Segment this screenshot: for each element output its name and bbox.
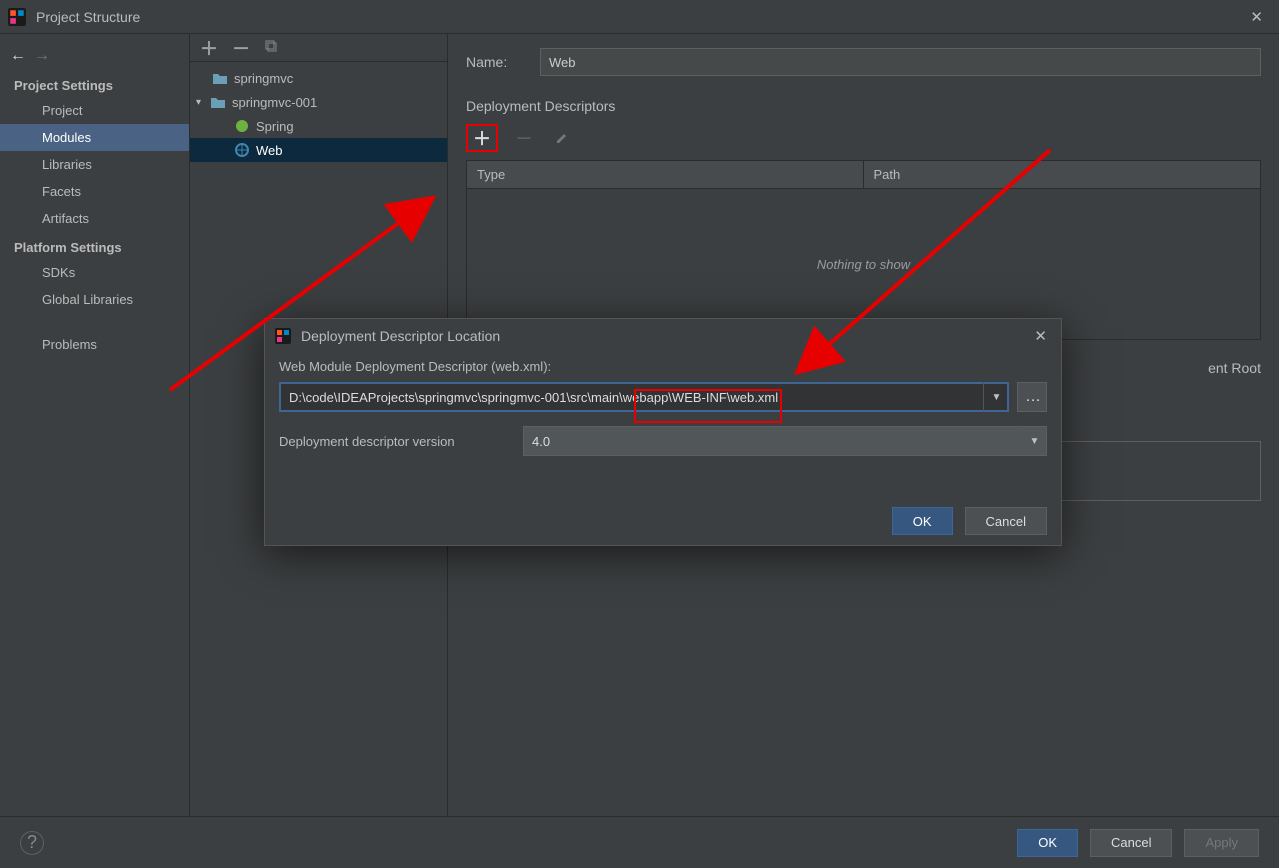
name-row: Name: [466, 48, 1261, 76]
close-icon[interactable]: ✕ [1242, 4, 1271, 30]
add-module-icon[interactable]: ＋ [200, 35, 218, 61]
copy-module-icon[interactable] [264, 39, 278, 56]
remove-module-icon[interactable]: － [232, 35, 250, 61]
tree-label: springmvc-001 [232, 95, 317, 110]
dd-col-type[interactable]: Type [467, 161, 864, 188]
ok-button[interactable]: OK [1017, 829, 1078, 857]
tree-label: springmvc [234, 71, 293, 86]
version-combo-wrap: ▼ [523, 426, 1047, 456]
version-input[interactable] [523, 426, 1047, 456]
webxml-path-label: Web Module Deployment Descriptor (web.xm… [279, 359, 1047, 374]
dd-edit-icon[interactable] [550, 126, 574, 150]
tree-label: Spring [256, 119, 294, 134]
dd-empty-text: Nothing to show [467, 189, 1260, 339]
dialog-title: Deployment Descriptor Location [301, 328, 1030, 344]
dialog-footer: OK Cancel [265, 497, 1061, 545]
name-label: Name: [466, 54, 522, 70]
sidebar-item-problems[interactable]: Problems [0, 331, 189, 358]
sidebar-item-libraries[interactable]: Libraries [0, 151, 189, 178]
sidebar-item-global-libraries[interactable]: Global Libraries [0, 286, 189, 313]
folder-icon [212, 70, 228, 86]
version-row: Deployment descriptor version ▼ [279, 426, 1047, 456]
dialog-ok-button[interactable]: OK [892, 507, 953, 535]
window-title: Project Structure [36, 9, 1242, 25]
folder-icon [210, 94, 226, 110]
forward-arrow-icon[interactable]: → [34, 47, 50, 65]
webxml-path-row: ▼ … [279, 382, 1047, 412]
tree-child-spring[interactable]: Spring [190, 114, 447, 138]
intellij-icon [275, 328, 291, 344]
intellij-icon [8, 8, 26, 26]
tree-root-springmvc-001[interactable]: ▾ springmvc-001 [190, 90, 447, 114]
webxml-path-input[interactable] [279, 382, 1009, 412]
back-arrow-icon[interactable]: ← [10, 47, 26, 65]
tree-root-springmvc[interactable]: springmvc [190, 66, 447, 90]
dd-remove-icon[interactable]: － [512, 126, 536, 150]
sidebar-item-artifacts[interactable]: Artifacts [0, 205, 189, 232]
sidebar-item-project[interactable]: Project [0, 97, 189, 124]
dialog-close-icon[interactable]: ✕ [1030, 327, 1051, 345]
dd-add-icon[interactable]: ＋ [470, 126, 494, 150]
version-label: Deployment descriptor version [279, 434, 509, 449]
tree-child-web[interactable]: Web [190, 138, 447, 162]
annotation-highlight: ＋ [466, 124, 498, 152]
name-input[interactable] [540, 48, 1261, 76]
apply-button: Apply [1184, 829, 1259, 857]
sidebar: ← → Project Settings Project Modules Lib… [0, 34, 190, 816]
dialog-body: Web Module Deployment Descriptor (web.xm… [265, 353, 1061, 497]
spring-icon [234, 118, 250, 134]
titlebar: Project Structure ✕ [0, 0, 1279, 34]
webxml-path-combo-wrap: ▼ [279, 382, 1009, 412]
help-icon[interactable]: ? [20, 831, 44, 855]
dd-table-header: Type Path [467, 161, 1260, 189]
sidebar-item-facets[interactable]: Facets [0, 178, 189, 205]
section-platform-settings: Platform Settings [0, 232, 189, 259]
browse-button[interactable]: … [1017, 382, 1047, 412]
deployment-descriptor-dialog: Deployment Descriptor Location ✕ Web Mod… [264, 318, 1062, 546]
cancel-button[interactable]: Cancel [1090, 829, 1172, 857]
dialog-titlebar: Deployment Descriptor Location ✕ [265, 319, 1061, 353]
dd-table: Type Path Nothing to show [466, 160, 1261, 340]
web-icon [234, 142, 250, 158]
section-project-settings: Project Settings [0, 70, 189, 97]
dd-toolbar: ＋ － [466, 122, 1261, 154]
footer: ? OK Cancel Apply [0, 816, 1279, 868]
expand-arrow-icon[interactable]: ▾ [196, 97, 206, 108]
dd-section-label: Deployment Descriptors [466, 98, 1261, 114]
tree-label: Web [256, 143, 283, 158]
dialog-cancel-button[interactable]: Cancel [965, 507, 1047, 535]
sidebar-item-modules[interactable]: Modules [0, 124, 189, 151]
dd-col-path[interactable]: Path [864, 161, 1261, 188]
modules-toolbar: ＋ － [190, 34, 447, 62]
nav-arrows: ← → [0, 42, 189, 70]
sidebar-item-sdks[interactable]: SDKs [0, 259, 189, 286]
